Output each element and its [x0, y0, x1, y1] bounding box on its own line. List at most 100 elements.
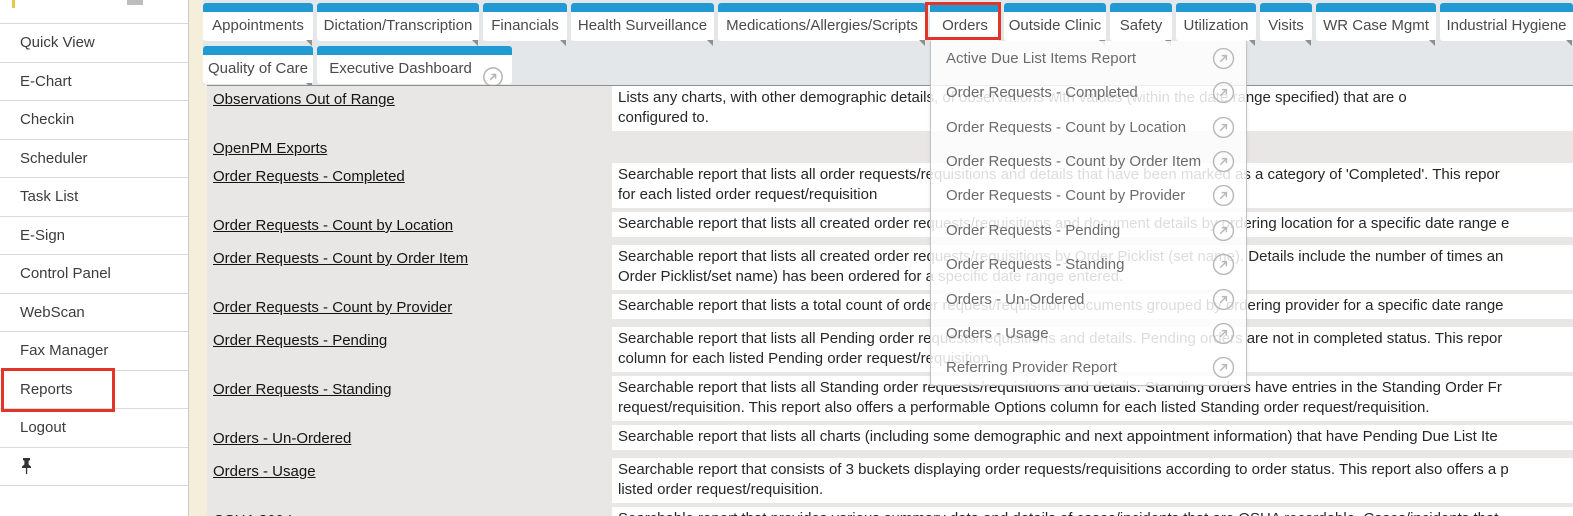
sidebar-item-reports[interactable]: Reports: [0, 371, 188, 410]
menu-item-referring-provider-report[interactable]: Referring Provider Report: [931, 351, 1246, 385]
tab-utilization[interactable]: Utilization: [1176, 3, 1256, 41]
report-link[interactable]: Orders - Usage: [213, 463, 316, 480]
tab-dictation-transcription[interactable]: Dictation/Transcription: [317, 3, 479, 41]
tab-visits[interactable]: Visits: [1260, 3, 1312, 41]
menu-item-orders-un-ordered[interactable]: Orders - Un-Ordered: [931, 282, 1246, 316]
menu-item-order-requests-standing[interactable]: Order Requests - Standing: [931, 247, 1246, 281]
sidebar-item-checkin[interactable]: Checkin: [0, 101, 188, 140]
report-link-cell: Order Requests - Pending: [207, 327, 612, 372]
tab-orders[interactable]: Orders: [930, 3, 1000, 41]
report-link[interactable]: Order Requests - Count by Location: [213, 217, 453, 234]
tab-label: Industrial Hygiene: [1442, 12, 1570, 39]
menu-item-label: Orders - Usage: [946, 325, 1049, 342]
sidebar-item-task-list[interactable]: Task List: [0, 178, 188, 217]
report-description-line1: Searchable report that lists all charts …: [618, 427, 1573, 447]
report-link[interactable]: OSHA 300 Log: [213, 512, 313, 516]
sidebar-item-e-sign[interactable]: E-Sign: [0, 217, 188, 256]
dropdown-corner-icon: [1429, 40, 1435, 46]
report-row-order-requests-count-by-location: Order Requests - Count by Location Searc…: [207, 212, 1573, 237]
report-row-order-requests-pending: Order Requests - Pending Searchable repo…: [207, 327, 1573, 372]
report-link-cell: Observations Out of Range: [207, 86, 612, 131]
sidebar-item-label: Quick View: [20, 34, 95, 51]
report-link-cell: Order Requests - Count by Order Item: [207, 245, 612, 290]
report-row-orders-un-ordered: Orders - Un-Ordered Searchable report th…: [207, 425, 1573, 450]
report-link[interactable]: OpenPM Exports: [213, 140, 327, 157]
dropdown-corner-icon: [707, 40, 713, 46]
report-link-cell: Order Requests - Standing: [207, 376, 612, 421]
tab-wr-case-mgmt[interactable]: WR Case Mgmt: [1316, 3, 1436, 41]
menu-item-order-requests-completed[interactable]: Order Requests - Completed: [931, 75, 1246, 109]
sidebar-item-quick-view[interactable]: Quick View: [0, 24, 188, 63]
external-link-icon: [1212, 116, 1235, 139]
tab-executive-dashboard[interactable]: Executive Dashboard: [317, 46, 512, 84]
report-description-line2: listed order request/requisition.: [618, 480, 1573, 500]
sidebar-item-label: Reports: [20, 381, 73, 398]
report-link-cell: Order Requests - Count by Location: [207, 212, 612, 237]
tab-label: WR Case Mgmt: [1319, 12, 1433, 39]
sidebar-item-e-chart[interactable]: E-Chart: [0, 63, 188, 102]
dropdown-corner-icon: [919, 40, 925, 46]
menu-item-label: Order Requests - Completed: [946, 84, 1138, 101]
report-link-cell: OSHA 300 Log: [207, 507, 612, 516]
sidebar-item-control-panel[interactable]: Control Panel: [0, 255, 188, 294]
tab-appointments[interactable]: Appointments: [203, 3, 313, 41]
report-link[interactable]: Orders - Un-Ordered: [213, 430, 351, 447]
report-link[interactable]: Order Requests - Count by Order Item: [213, 250, 468, 267]
external-link-icon: [1212, 47, 1235, 70]
external-link-icon: [1212, 253, 1235, 276]
menu-item-orders-usage[interactable]: Orders - Usage: [931, 316, 1246, 350]
sidebar-item-scheduler[interactable]: Scheduler: [0, 140, 188, 179]
dropdown-corner-icon: [560, 40, 566, 46]
report-link[interactable]: Order Requests - Count by Provider: [213, 299, 452, 316]
menu-item-order-requests-count-by-provider[interactable]: Order Requests - Count by Provider: [931, 179, 1246, 213]
tab-row-1: Appointments Dictation/Transcription Fin…: [203, 3, 1573, 41]
sidebar-item-fax-manager[interactable]: Fax Manager: [0, 332, 188, 371]
menu-item-order-requests-count-by-order-item[interactable]: Order Requests - Count by Order Item: [931, 144, 1246, 178]
tab-health-surveillance[interactable]: Health Surveillance: [571, 3, 714, 41]
tab-industrial-hygiene[interactable]: Industrial Hygiene: [1440, 3, 1573, 41]
dropdown-corner-icon: [1249, 40, 1255, 46]
menu-item-label: Order Requests - Count by Order Item: [946, 153, 1201, 170]
menu-item-active-due-list-items-report[interactable]: Active Due List Items Report: [931, 41, 1246, 75]
report-link[interactable]: Observations Out of Range: [213, 91, 395, 108]
tab-label: Utilization: [1179, 12, 1252, 39]
reports-list: Observations Out of Range Lists any char…: [207, 85, 1573, 516]
tab-label: Orders: [938, 12, 992, 39]
menu-item-label: Referring Provider Report: [946, 359, 1117, 376]
report-row-order-requests-completed: Order Requests - Completed Searchable re…: [207, 163, 1573, 208]
tab-label: Health Surveillance: [574, 12, 711, 39]
report-description-cell: Searchable report that provides various …: [612, 507, 1573, 516]
tab-label: Dictation/Transcription: [320, 12, 477, 39]
sidebar-item-label: Logout: [20, 419, 66, 436]
report-description-cell: Searchable report that lists all charts …: [612, 425, 1573, 450]
menu-item-order-requests-pending[interactable]: Order Requests - Pending: [931, 213, 1246, 247]
report-link-cell: OpenPM Exports: [207, 135, 612, 159]
external-link-icon: [1212, 288, 1235, 311]
report-link-cell: Order Requests - Completed: [207, 163, 612, 208]
report-link[interactable]: Order Requests - Standing: [213, 381, 391, 398]
report-link[interactable]: Order Requests - Completed: [213, 168, 405, 185]
tab-safety[interactable]: Safety: [1110, 3, 1172, 41]
menu-item-order-requests-count-by-location[interactable]: Order Requests - Count by Location: [931, 110, 1246, 144]
tab-quality-of-care[interactable]: Quality of Care: [203, 46, 313, 84]
tab-outside-clinic[interactable]: Outside Clinic: [1004, 3, 1106, 41]
external-link-icon: [1212, 322, 1235, 345]
orders-dropdown-menu: Active Due List Items Report Order Reque…: [930, 41, 1247, 386]
tab-label: Medications/Allergies/Scripts: [722, 12, 922, 39]
tab-label: Outside Clinic: [1005, 12, 1106, 39]
menu-item-label: Order Requests - Pending: [946, 222, 1120, 239]
report-row-osha-300-log: OSHA 300 Log Searchable report that prov…: [207, 507, 1573, 516]
pin-icon[interactable]: [20, 458, 33, 475]
tab-medications-allergies-scripts[interactable]: Medications/Allergies/Scripts: [718, 3, 926, 41]
sidebar-item-webscan[interactable]: WebScan: [0, 294, 188, 333]
tab-label: Appointments: [208, 12, 308, 39]
tab-label: Financials: [487, 12, 563, 39]
report-link-cell: Order Requests - Count by Provider: [207, 294, 612, 319]
tab-financials[interactable]: Financials: [483, 3, 567, 41]
dropdown-corner-icon: [1305, 40, 1311, 46]
sidebar-item-label: E-Sign: [20, 227, 65, 244]
report-link[interactable]: Order Requests - Pending: [213, 332, 387, 349]
external-link-icon: [1212, 81, 1235, 104]
sidebar-item-logout[interactable]: Logout: [0, 409, 188, 448]
sidebar-item-label: WebScan: [20, 304, 85, 321]
